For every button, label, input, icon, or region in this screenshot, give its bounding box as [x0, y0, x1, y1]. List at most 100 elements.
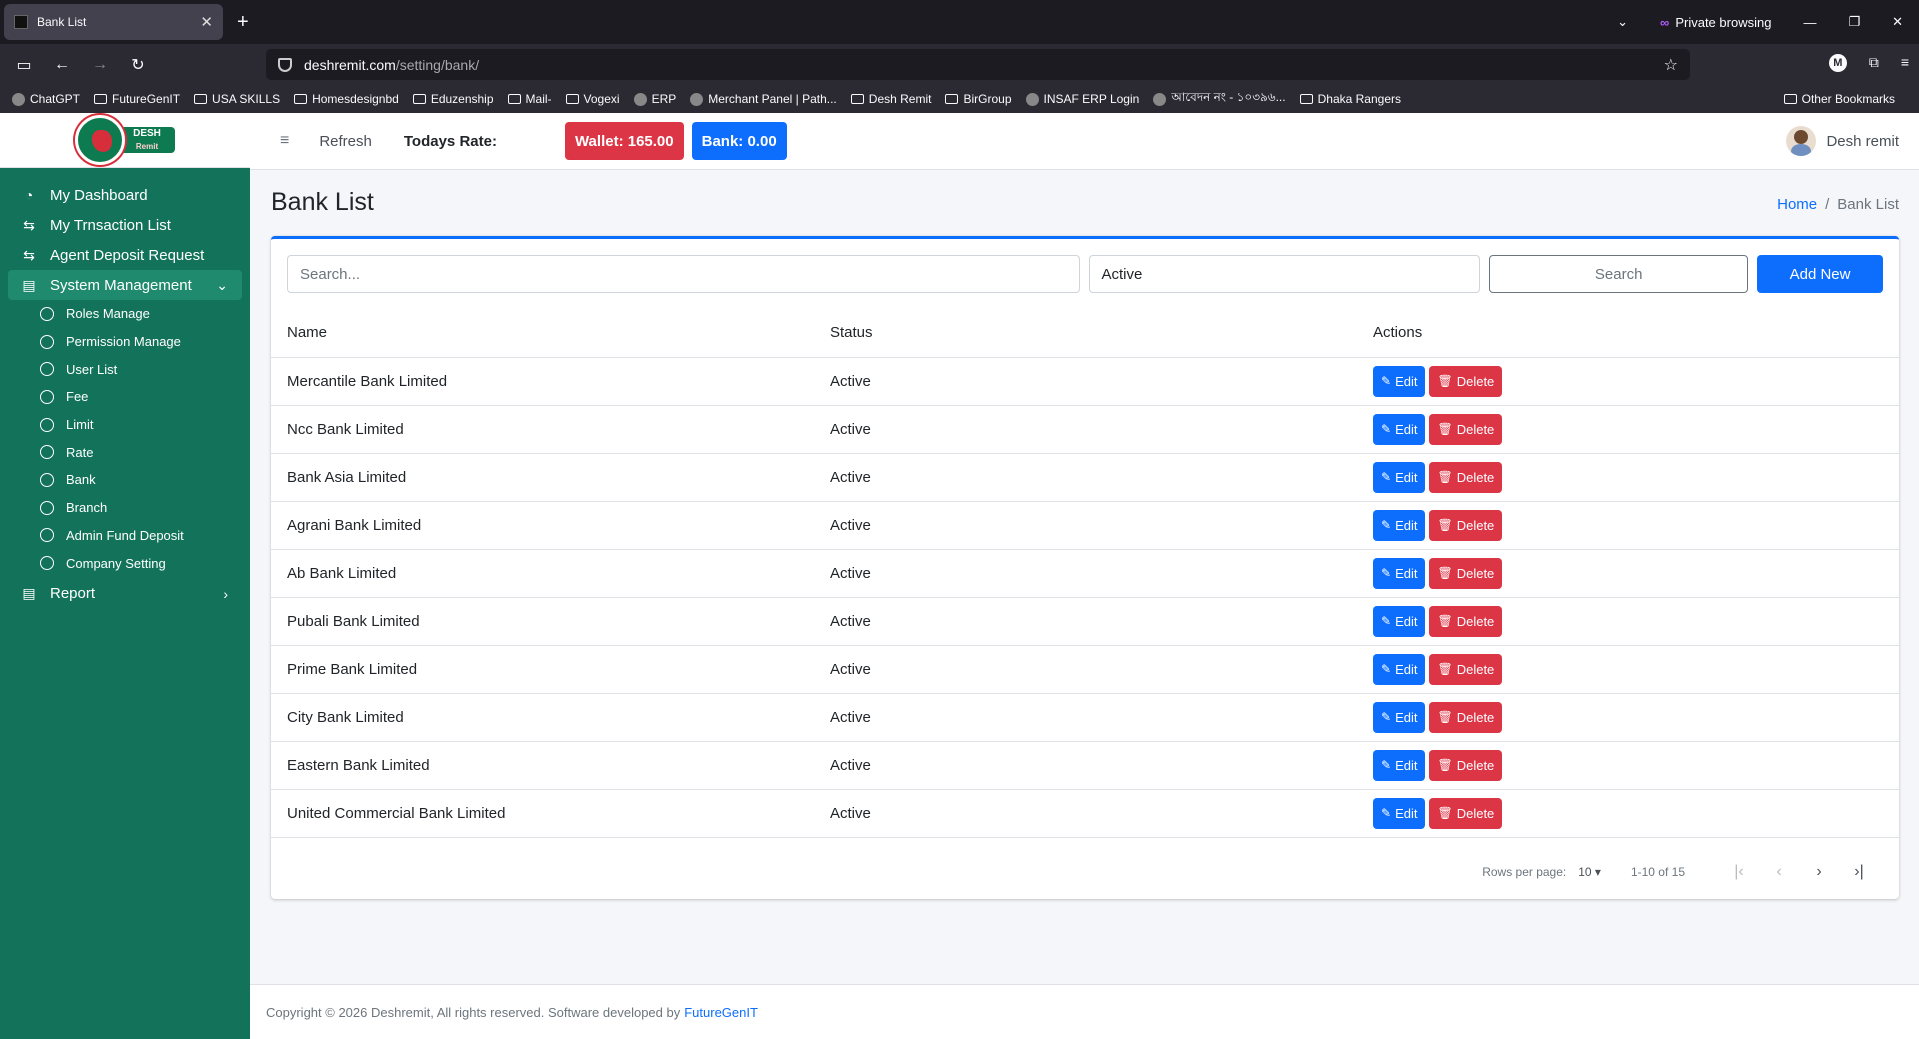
- other-bookmarks[interactable]: Other Bookmarks: [1783, 92, 1895, 106]
- previous-page-icon[interactable]: ‹: [1759, 863, 1799, 881]
- sidebar-subitem-bank[interactable]: Bank: [8, 466, 242, 494]
- bookmark-item[interactable]: Merchant Panel | Path...: [690, 92, 837, 106]
- close-tab-icon[interactable]: ✕: [200, 13, 213, 31]
- reload-icon[interactable]: ↻: [124, 55, 152, 75]
- bookmark-item[interactable]: আবেদন নং - ১০৩৯৬...: [1153, 89, 1286, 109]
- search-button[interactable]: Search: [1489, 255, 1749, 293]
- sidebar-item-transaction-list[interactable]: ⇆ My Trnsaction List: [8, 210, 242, 240]
- trash-icon: 🗑: [1437, 806, 1453, 820]
- rows-per-page-select[interactable]: 10 ▾: [1578, 865, 1601, 879]
- status-select[interactable]: Active: [1088, 255, 1481, 293]
- sidebar-subitem-label: Roles Manage: [66, 306, 150, 322]
- search-input[interactable]: Search...: [287, 255, 1080, 293]
- delete-button[interactable]: 🗑 Delete: [1429, 605, 1503, 637]
- edit-button[interactable]: ✎ Edit: [1373, 605, 1426, 637]
- sidebar-subitem-user-list[interactable]: User List: [8, 355, 242, 383]
- sidebar-subitem-fee[interactable]: Fee: [8, 383, 242, 411]
- delete-button[interactable]: 🗑 Delete: [1429, 509, 1503, 541]
- close-window-icon[interactable]: ✕: [1892, 14, 1903, 30]
- bookmark-item[interactable]: ChatGPT: [12, 92, 80, 106]
- bookmark-item[interactable]: Mail-: [507, 92, 552, 106]
- delete-button[interactable]: 🗑 Delete: [1429, 365, 1503, 397]
- user-menu[interactable]: Desh remit: [1786, 126, 1899, 156]
- folder-icon: [1299, 94, 1313, 104]
- delete-button[interactable]: 🗑 Delete: [1429, 653, 1503, 685]
- url-bar[interactable]: deshremit.com /setting/bank/ ☆: [266, 49, 1690, 80]
- breadcrumb-home[interactable]: Home: [1777, 196, 1817, 213]
- breadcrumb-separator: /: [1825, 196, 1830, 213]
- delete-button[interactable]: 🗑 Delete: [1429, 557, 1503, 589]
- actions-cell: ✎ Edit 🗑 Delete: [1357, 693, 1899, 742]
- menu-icon[interactable]: ≡: [1901, 54, 1909, 72]
- sidebar-subitem-permission-manage[interactable]: Permission Manage: [8, 328, 242, 356]
- list-tabs-icon[interactable]: ⌄: [1617, 14, 1628, 30]
- minimize-icon[interactable]: —: [1803, 15, 1816, 30]
- delete-button[interactable]: 🗑 Delete: [1429, 701, 1503, 733]
- back-icon[interactable]: ←: [48, 56, 76, 74]
- delete-label: Delete: [1456, 661, 1495, 677]
- bookmark-item[interactable]: Dhaka Rangers: [1299, 92, 1401, 106]
- bank-name-cell: United Commercial Bank Limited: [271, 789, 814, 838]
- footer: Copyright © 2026 Deshremit, All rights r…: [250, 984, 1919, 1039]
- bank-status-cell: Active: [814, 741, 1357, 790]
- bookmark-item[interactable]: BirGroup: [945, 92, 1012, 106]
- delete-button[interactable]: 🗑 Delete: [1429, 797, 1503, 829]
- sidebar-item-report[interactable]: ▤ Report ›: [8, 579, 242, 609]
- edit-button[interactable]: ✎ Edit: [1373, 413, 1426, 445]
- edit-button[interactable]: ✎ Edit: [1373, 461, 1426, 493]
- edit-button[interactable]: ✎ Edit: [1373, 365, 1426, 397]
- delete-button[interactable]: 🗑 Delete: [1429, 461, 1503, 493]
- new-tab-button[interactable]: +: [237, 11, 249, 34]
- next-page-icon[interactable]: ›: [1799, 863, 1839, 881]
- circle-icon: [40, 445, 54, 460]
- sidebar-subitem-admin-fund-deposit[interactable]: Admin Fund Deposit: [8, 522, 242, 550]
- sidebar-subitem-limit[interactable]: Limit: [8, 411, 242, 439]
- edit-button[interactable]: ✎ Edit: [1373, 797, 1426, 829]
- bookmark-item[interactable]: FutureGenIT: [94, 92, 180, 106]
- sidebar-subitem-branch[interactable]: Branch: [8, 494, 242, 522]
- forward-icon[interactable]: →: [86, 56, 114, 74]
- sidebar-item-dashboard[interactable]: ◔ My Dashboard: [8, 180, 242, 210]
- logo-area[interactable]: DESH Remit: [0, 113, 250, 168]
- edit-button[interactable]: ✎ Edit: [1373, 701, 1426, 733]
- bookmark-star-icon[interactable]: ☆: [1664, 55, 1678, 75]
- delete-label: Delete: [1456, 613, 1495, 629]
- browser-tab[interactable]: Bank List ✕: [4, 4, 223, 40]
- restore-icon[interactable]: ❐: [1848, 14, 1860, 30]
- bookmark-item[interactable]: Homesdesignbd: [294, 92, 399, 106]
- edit-button[interactable]: ✎ Edit: [1373, 509, 1426, 541]
- bookmark-item[interactable]: Eduzenship: [412, 92, 494, 106]
- table-row: Pubali Bank Limited Active ✎ Edit 🗑 Delete: [271, 597, 1899, 646]
- edit-label: Edit: [1395, 613, 1418, 629]
- sidebar-subitem-rate[interactable]: Rate: [8, 438, 242, 466]
- edit-label: Edit: [1395, 565, 1418, 581]
- delete-label: Delete: [1456, 469, 1495, 485]
- delete-button[interactable]: 🗑 Delete: [1429, 413, 1503, 445]
- edit-button[interactable]: ✎ Edit: [1373, 749, 1426, 781]
- delete-button[interactable]: 🗑 Delete: [1429, 749, 1503, 781]
- edit-button[interactable]: ✎ Edit: [1373, 653, 1426, 685]
- first-page-icon[interactable]: |‹: [1719, 863, 1759, 881]
- edit-button[interactable]: ✎ Edit: [1373, 557, 1426, 589]
- edit-label: Edit: [1395, 517, 1418, 533]
- extensions-icon[interactable]: ⧉: [1869, 54, 1879, 72]
- sidebar-subitem-company-setting[interactable]: Company Setting: [8, 549, 242, 577]
- bookmark-item[interactable]: Vogexi: [565, 92, 620, 106]
- last-page-icon[interactable]: ›|: [1839, 863, 1879, 881]
- footer-link[interactable]: FutureGenIT: [684, 1005, 758, 1020]
- bookmark-item[interactable]: Desh Remit: [850, 92, 931, 106]
- actions-cell: ✎ Edit 🗑 Delete: [1357, 405, 1899, 454]
- hamburger-icon[interactable]: ≡: [280, 132, 289, 150]
- bookmark-item[interactable]: ERP: [633, 92, 676, 106]
- refresh-link[interactable]: Refresh: [319, 133, 372, 150]
- sidebar-subitem-roles-manage[interactable]: Roles Manage: [8, 300, 242, 328]
- account-icon[interactable]: M: [1828, 54, 1847, 72]
- sidebar-item-system-management[interactable]: ▤ System Management ⌄: [8, 270, 242, 300]
- logo-map-icon: [75, 115, 125, 165]
- bookmark-item[interactable]: USA SKILLS: [194, 92, 280, 106]
- add-new-button[interactable]: Add New: [1757, 255, 1884, 293]
- bookmarks-bar: ChatGPT FutureGenIT USA SKILLS Homesdesignb…: [0, 85, 1919, 113]
- sidebar-toggle-icon[interactable]: ▭: [10, 55, 38, 75]
- sidebar-item-agent-deposit[interactable]: ⇆ Agent Deposit Request: [8, 240, 242, 270]
- bookmark-item[interactable]: INSAF ERP Login: [1025, 92, 1139, 106]
